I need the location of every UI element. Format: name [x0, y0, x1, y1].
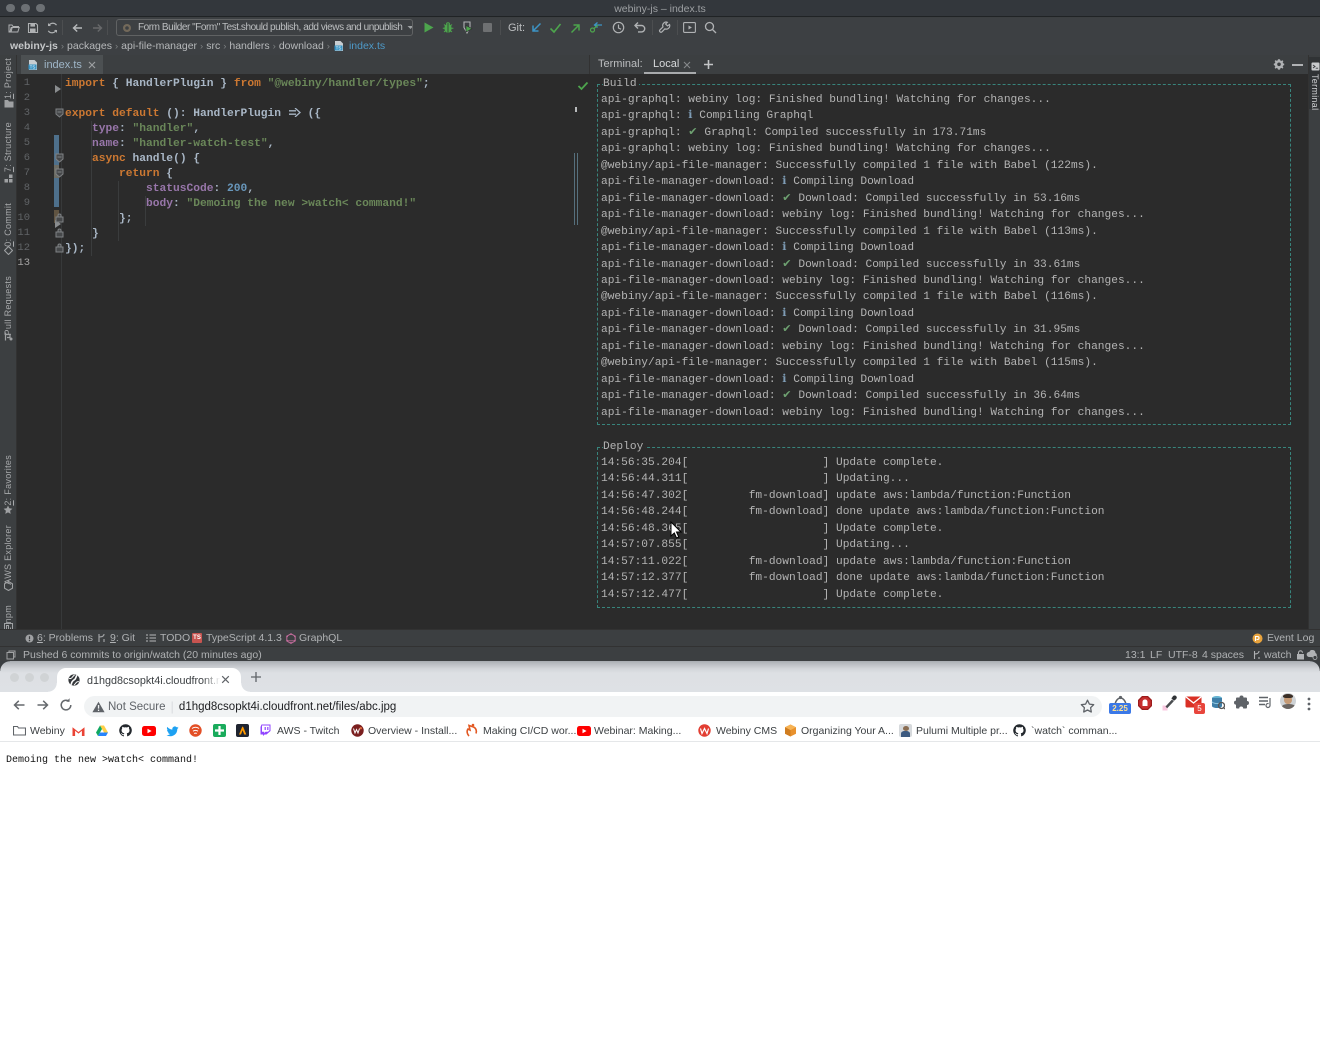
svg-text:TS: TS [336, 46, 342, 51]
svg-text:TS: TS [30, 64, 36, 69]
